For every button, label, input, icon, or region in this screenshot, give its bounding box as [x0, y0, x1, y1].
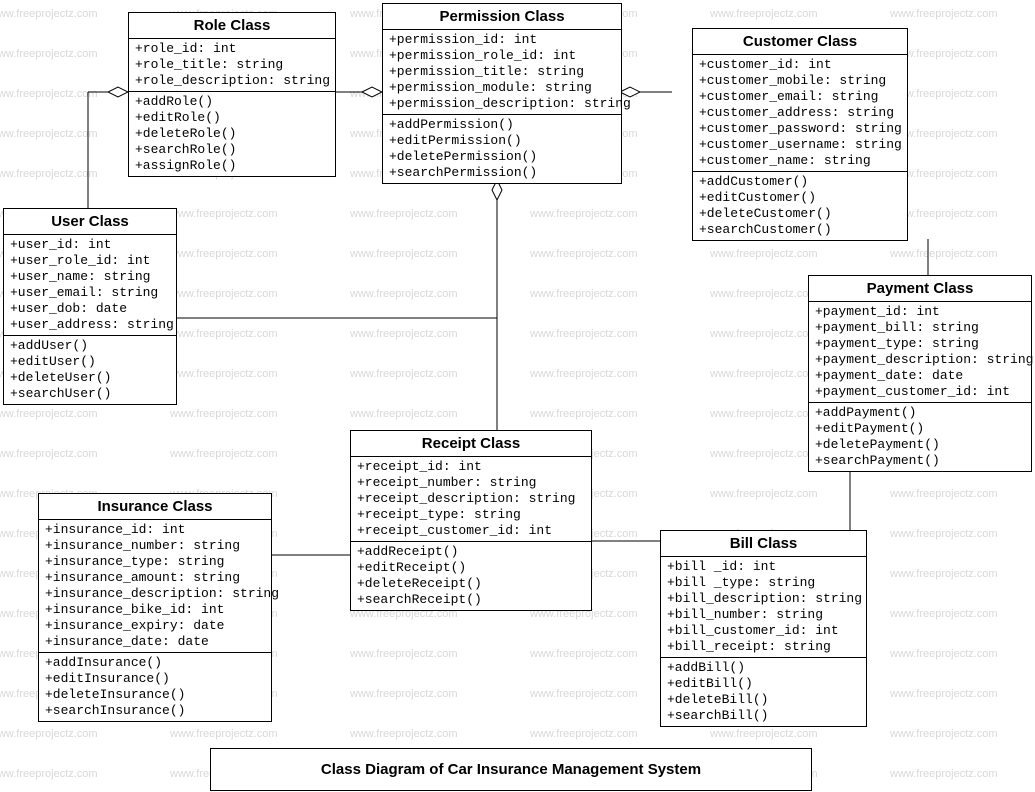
class-title: Receipt Class	[351, 431, 591, 457]
watermark-text: www.freeprojectz.com	[0, 48, 98, 60]
watermark-text: www.freeprojectz.com	[350, 208, 458, 220]
watermark-text: www.freeprojectz.com	[350, 648, 458, 660]
watermark-text: www.freeprojectz.com	[170, 368, 278, 380]
watermark-text: www.freeprojectz.com	[710, 248, 818, 260]
class-methods: +addBill() +editBill() +deleteBill() +se…	[661, 658, 866, 726]
class-methods: +addCustomer() +editCustomer() +deleteCu…	[693, 172, 907, 240]
class-user: User Class +user_id: int +user_role_id: …	[3, 208, 177, 405]
class-methods: +addUser() +editUser() +deleteUser() +se…	[4, 336, 176, 404]
watermark-text: www.freeprojectz.com	[890, 768, 998, 780]
watermark-text: www.freeprojectz.com	[710, 288, 818, 300]
class-methods: +addPermission() +editPermission() +dele…	[383, 115, 621, 183]
class-role: Role Class +role_id: int +role_title: st…	[128, 12, 336, 177]
class-attributes: +bill _id: int +bill _type: string +bill…	[661, 557, 866, 658]
watermark-text: www.freeprojectz.com	[170, 448, 278, 460]
watermark-text: www.freeprojectz.com	[0, 408, 98, 420]
watermark-text: www.freeprojectz.com	[350, 248, 458, 260]
watermark-text: www.freeprojectz.com	[0, 128, 98, 140]
watermark-text: www.freeprojectz.com	[530, 728, 638, 740]
watermark-text: www.freeprojectz.com	[350, 728, 458, 740]
class-title: Bill Class	[661, 531, 866, 557]
watermark-text: www.freeprojectz.com	[530, 688, 638, 700]
watermark-text: www.freeprojectz.com	[0, 768, 98, 780]
class-insurance: Insurance Class +insurance_id: int +insu…	[38, 493, 272, 722]
watermark-text: www.freeprojectz.com	[0, 168, 98, 180]
watermark-text: www.freeprojectz.com	[530, 408, 638, 420]
class-methods: +addPayment() +editPayment() +deletePaym…	[809, 403, 1031, 471]
watermark-text: www.freeprojectz.com	[530, 208, 638, 220]
watermark-text: www.freeprojectz.com	[350, 408, 458, 420]
class-customer: Customer Class +customer_id: int +custom…	[692, 28, 908, 241]
watermark-text: www.freeprojectz.com	[0, 728, 98, 740]
watermark-text: www.freeprojectz.com	[530, 248, 638, 260]
watermark-text: www.freeprojectz.com	[710, 488, 818, 500]
class-title: Payment Class	[809, 276, 1031, 302]
watermark-text: www.freeprojectz.com	[710, 728, 818, 740]
diagram-title: Class Diagram of Car Insurance Managemen…	[210, 748, 812, 791]
watermark-text: www.freeprojectz.com	[890, 8, 998, 20]
watermark-text: www.freeprojectz.com	[170, 248, 278, 260]
class-title: User Class	[4, 209, 176, 235]
class-attributes: +receipt_id: int +receipt_number: string…	[351, 457, 591, 542]
watermark-text: www.freeprojectz.com	[710, 368, 818, 380]
watermark-text: www.freeprojectz.com	[350, 688, 458, 700]
class-methods: +addInsurance() +editInsurance() +delete…	[39, 653, 271, 721]
class-attributes: +permission_id: int +permission_role_id:…	[383, 30, 621, 115]
class-attributes: +user_id: int +user_role_id: int +user_n…	[4, 235, 176, 336]
class-methods: +addReceipt() +editReceipt() +deleteRece…	[351, 542, 591, 610]
class-title: Permission Class	[383, 4, 621, 30]
watermark-text: www.freeprojectz.com	[710, 408, 818, 420]
class-attributes: +payment_id: int +payment_bill: string +…	[809, 302, 1031, 403]
watermark-text: www.freeprojectz.com	[170, 728, 278, 740]
watermark-text: www.freeprojectz.com	[530, 328, 638, 340]
watermark-text: www.freeprojectz.com	[890, 568, 998, 580]
class-title: Insurance Class	[39, 494, 271, 520]
class-permission: Permission Class +permission_id: int +pe…	[382, 3, 622, 184]
watermark-text: www.freeprojectz.com	[710, 328, 818, 340]
class-title: Customer Class	[693, 29, 907, 55]
class-attributes: +role_id: int +role_title: string +role_…	[129, 39, 335, 92]
watermark-text: www.freeprojectz.com	[0, 8, 98, 20]
watermark-text: www.freeprojectz.com	[890, 488, 998, 500]
class-bill: Bill Class +bill _id: int +bill _type: s…	[660, 530, 867, 727]
watermark-text: www.freeprojectz.com	[530, 648, 638, 660]
watermark-text: www.freeprojectz.com	[890, 688, 998, 700]
watermark-text: www.freeprojectz.com	[350, 368, 458, 380]
watermark-text: www.freeprojectz.com	[890, 728, 998, 740]
class-payment: Payment Class +payment_id: int +payment_…	[808, 275, 1032, 472]
class-attributes: +insurance_id: int +insurance_number: st…	[39, 520, 271, 653]
watermark-text: www.freeprojectz.com	[0, 448, 98, 460]
watermark-text: www.freeprojectz.com	[170, 408, 278, 420]
watermark-text: www.freeprojectz.com	[890, 608, 998, 620]
watermark-text: www.freeprojectz.com	[170, 328, 278, 340]
watermark-text: www.freeprojectz.com	[890, 248, 998, 260]
class-methods: +addRole() +editRole() +deleteRole() +se…	[129, 92, 335, 176]
watermark-text: www.freeprojectz.com	[530, 288, 638, 300]
watermark-text: www.freeprojectz.com	[350, 328, 458, 340]
watermark-text: www.freeprojectz.com	[530, 368, 638, 380]
class-attributes: +customer_id: int +customer_mobile: stri…	[693, 55, 907, 172]
watermark-text: www.freeprojectz.com	[0, 88, 98, 100]
watermark-text: www.freeprojectz.com	[890, 528, 998, 540]
watermark-text: www.freeprojectz.com	[710, 448, 818, 460]
watermark-text: www.freeprojectz.com	[350, 288, 458, 300]
class-title: Role Class	[129, 13, 335, 39]
watermark-text: www.freeprojectz.com	[710, 8, 818, 20]
watermark-text: www.freeprojectz.com	[890, 648, 998, 660]
class-receipt: Receipt Class +receipt_id: int +receipt_…	[350, 430, 592, 611]
watermark-text: www.freeprojectz.com	[170, 288, 278, 300]
watermark-text: www.freeprojectz.com	[170, 208, 278, 220]
